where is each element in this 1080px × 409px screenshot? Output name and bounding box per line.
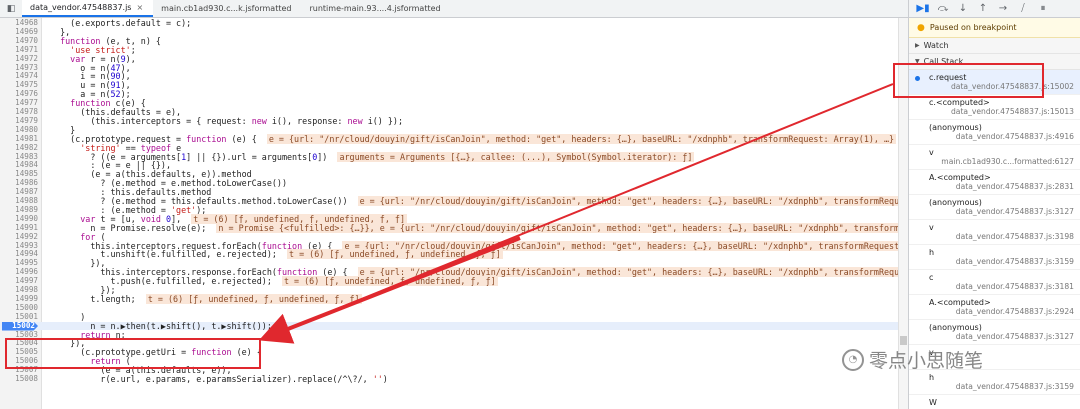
watermark-text: 零点小思随笔: [869, 350, 984, 372]
code-line[interactable]: 14994 t.unshift(e.fulfilled, e.rejected)…: [0, 249, 900, 260]
code-text: t.length; t = (6) [ƒ, undefined, ƒ, unde…: [50, 293, 362, 304]
scrollbar-thumb[interactable]: [900, 336, 907, 345]
frame-function-name: (anonymous): [929, 323, 982, 332]
inline-value[interactable]: t = (6) [ƒ, undefined, ƒ, undefined, ƒ, …: [145, 293, 362, 304]
call-stack-frame-highlight-box: [893, 63, 1044, 98]
debug-toolbar: ▶▮ ⤼ ↓ ↑ → ⧸ ⏸: [909, 0, 1080, 18]
code-source: t.length;: [50, 293, 136, 304]
code-text: (this.interceptors = { request: new i(),…: [50, 115, 403, 126]
close-icon[interactable]: ×: [136, 3, 143, 12]
call-stack-frame[interactable]: (anonymous) data_vendor.47548837.js:4916: [909, 120, 1080, 145]
frame-function-name: h: [929, 248, 935, 257]
pause-info-icon: ●: [917, 22, 925, 33]
inline-value[interactable]: e = {url: "/nr/cloud/douyin/gift/isCanJo…: [357, 196, 900, 206]
watch-section-header[interactable]: ▶ Watch: [909, 38, 1080, 54]
code-line[interactable]: 15008 r(e.url, e.params, e.paramsSeriali…: [0, 374, 900, 384]
frame-location[interactable]: data_vendor.47548837.js:3198: [929, 232, 1080, 241]
frame-location[interactable]: data_vendor.47548837.js:2924: [929, 307, 1080, 316]
frame-location[interactable]: data_vendor.47548837.js:4916: [929, 132, 1080, 141]
paused-text: Paused on breakpoint: [929, 23, 1017, 32]
file-tab[interactable]: main.cb1ad930.c...k.jsformatted: [153, 0, 301, 17]
watermark: ◔ 零点小思随笔: [842, 346, 983, 373]
code-line[interactable]: 15000: [0, 303, 900, 313]
line-number[interactable]: 15001: [0, 312, 38, 322]
frame-location[interactable]: data_vendor.47548837.js:3159: [929, 382, 1080, 391]
pause-on-exceptions-button[interactable]: ⏸: [1033, 3, 1053, 14]
frame-function-name: v: [929, 223, 934, 232]
code-line[interactable]: 14973 o = n(47),: [0, 63, 900, 73]
step-over-button[interactable]: ⤼: [933, 3, 953, 14]
expand-triangle-icon: ▶: [915, 42, 920, 49]
frame-function-name: h: [929, 373, 935, 382]
wechat-icon: ◔: [842, 348, 864, 371]
file-tab[interactable]: runtime-main.93....4.jsformatted: [301, 0, 450, 17]
frame-location[interactable]: data_vendor.47548837.js:2831: [929, 182, 1080, 191]
file-tab-label: data_vendor.47548837.js: [30, 3, 132, 12]
resume-button[interactable]: ▶▮: [913, 3, 933, 14]
call-stack-frame[interactable]: h data_vendor.47548837.js:3159: [909, 370, 1080, 395]
file-tabs: data_vendor.47548837.js × main.cb1ad930.c.…: [22, 0, 451, 17]
inline-value[interactable]: t = (6) [ƒ, undefined, ƒ, undefined, ƒ, …: [287, 249, 503, 260]
call-stack-frame[interactable]: A.<computed> data_vendor.47548837.js:2924: [909, 295, 1080, 320]
code-line[interactable]: 14997 t.push(e.fulfilled, e.rejected); t…: [0, 276, 900, 287]
call-stack-frame[interactable]: h data_vendor.47548837.js:3159: [909, 245, 1080, 270]
deactivate-breakpoints-button[interactable]: ⧸: [1013, 3, 1033, 14]
frame-function-name: c: [929, 273, 934, 282]
code-line[interactable]: 14999 t.length; t = (6) [ƒ, undefined, ƒ…: [0, 293, 900, 304]
call-stack-frame[interactable]: v main.cb1ad930.c...formatted:6127: [909, 145, 1080, 170]
step-out-button[interactable]: ↑: [973, 3, 993, 14]
paused-banner: ● Paused on breakpoint: [909, 18, 1080, 38]
breakpoint-line-highlight-box: [5, 338, 261, 369]
code-source: (this.interceptors = { request: new i(),…: [50, 115, 403, 126]
code-line[interactable]: 14975 u = n(91),: [0, 80, 900, 90]
call-stack-frame[interactable]: c data_vendor.47548837.js:3181: [909, 270, 1080, 295]
file-tab-label: main.cb1ad930.c...k.jsformatted: [161, 4, 292, 13]
editor-tab-bar: ◧ data_vendor.47548837.js × main.cb1ad930.…: [0, 0, 908, 18]
call-stack-frame[interactable]: W: [909, 395, 1080, 409]
inline-value[interactable]: t = (6) [ƒ, undefined, ƒ, undefined, ƒ, …: [281, 276, 498, 287]
watch-label: Watch: [923, 41, 949, 50]
frame-location[interactable]: data_vendor.47548837.js:3127: [929, 207, 1080, 216]
code-source: r(e.url, e.params, e.paramsSerializer).r…: [50, 374, 388, 384]
code-text: r(e.url, e.params, e.paramsSerializer).r…: [50, 374, 388, 384]
code-line[interactable]: 14972 var r = n(9),: [0, 54, 900, 64]
file-tab-label: runtime-main.93....4.jsformatted: [309, 4, 441, 13]
code-source: (e.exports.default = c);: [50, 18, 192, 28]
frame-location[interactable]: data_vendor.47548837.js:15013: [929, 107, 1080, 116]
call-stack-frame[interactable]: A.<computed> data_vendor.47548837.js:2831: [909, 170, 1080, 195]
call-stack-frame[interactable]: (anonymous) data_vendor.47548837.js:3127: [909, 320, 1080, 345]
toggle-navigator-icon[interactable]: ◧: [0, 0, 22, 17]
call-stack-frame[interactable]: (anonymous) data_vendor.47548837.js:3127: [909, 195, 1080, 220]
frame-location[interactable]: data_vendor.47548837.js:3181: [929, 282, 1080, 291]
code-text: (e.exports.default = c);: [50, 19, 191, 28]
file-tab[interactable]: data_vendor.47548837.js ×: [22, 0, 154, 17]
frame-function-name: c.<computed>: [929, 98, 990, 107]
frame-function-name: (anonymous): [929, 198, 982, 207]
inline-value[interactable]: n = Promise {<fulfilled>: {…}}, e = {url…: [216, 222, 900, 233]
call-stack-frame[interactable]: v data_vendor.47548837.js:3198: [909, 220, 1080, 245]
step-button[interactable]: →: [993, 3, 1013, 14]
code-text: t.push(e.fulfilled, e.rejected); t = (6)…: [50, 276, 498, 287]
frame-function-name: A.<computed>: [929, 298, 991, 307]
frame-location[interactable]: data_vendor.47548837.js:3159: [929, 257, 1080, 266]
code-line[interactable]: 14991 n = Promise.resolve(e); n = Promis…: [0, 222, 900, 233]
frame-function-name: A.<computed>: [929, 173, 991, 182]
frame-location[interactable]: data_vendor.47548837.js:3127: [929, 332, 1080, 341]
code-line[interactable]: 14974 i = n(90),: [0, 71, 900, 81]
inline-value[interactable]: e = {url: "/nr/cloud/douyin/gift/isCanJo…: [266, 133, 897, 144]
call-stack-frame[interactable]: c.<computed> data_vendor.47548837.js:1501…: [909, 95, 1080, 120]
line-number[interactable]: 15008: [0, 374, 38, 384]
breakpoint-line[interactable]: 15002 n = n.▶then(t.▶shift(), t.▶shift()…: [0, 321, 900, 331]
inline-value[interactable]: arguments = Arguments [{…}, callee: (...…: [337, 151, 695, 162]
code-text: n = Promise.resolve(e); n = Promise {<fu…: [50, 222, 900, 233]
frame-function-name: W: [929, 398, 937, 407]
code-line[interactable]: 14968 (e.exports.default = c);: [0, 18, 900, 28]
code-line[interactable]: 14979 (this.interceptors = { request: ne…: [0, 115, 900, 126]
frame-function-name: (anonymous): [929, 123, 982, 132]
frame-location[interactable]: main.cb1ad930.c...formatted:6127: [929, 157, 1080, 166]
frame-function-name: v: [929, 148, 934, 157]
code-text: t.unshift(e.fulfilled, e.rejected); t = …: [50, 249, 503, 260]
step-into-button[interactable]: ↓: [953, 3, 973, 14]
